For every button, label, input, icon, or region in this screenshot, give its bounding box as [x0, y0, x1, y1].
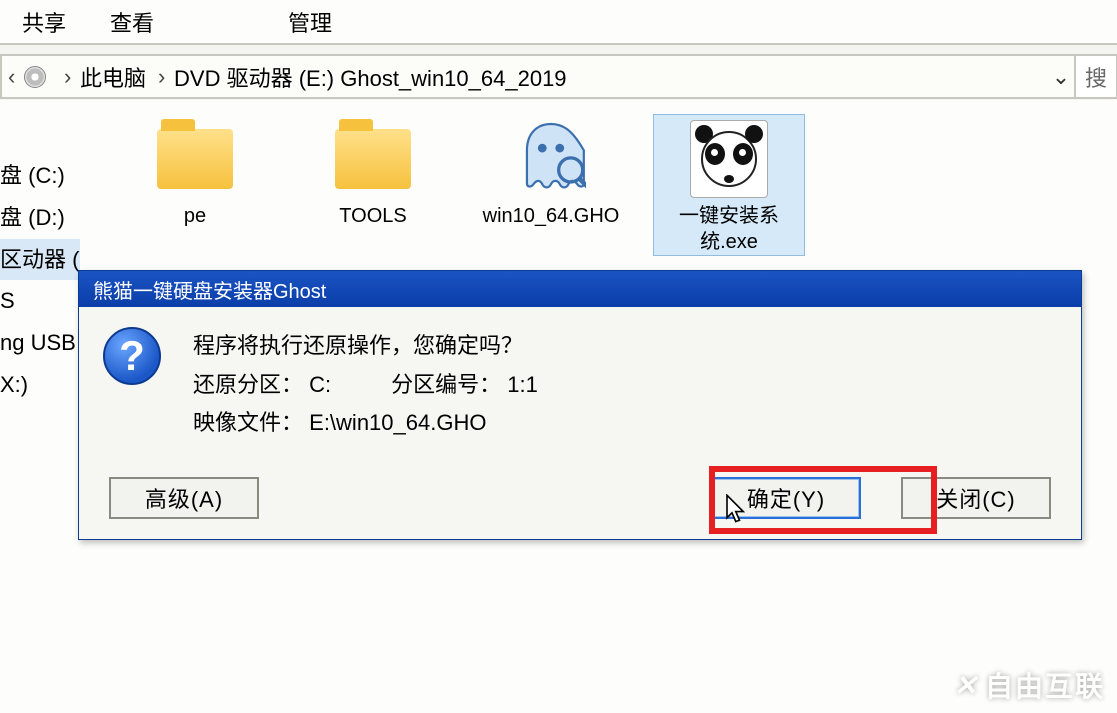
close-button[interactable]: 关闭(C) — [901, 477, 1051, 519]
partnum-label: 分区编号： — [391, 372, 501, 397]
ok-button[interactable]: 确定(Y) — [711, 477, 861, 519]
question-icon: ? — [103, 327, 161, 385]
file-item-exe-selected[interactable]: 一键安装系统.exe — [654, 115, 804, 255]
address-bar[interactable]: ‹ › 此电脑 › DVD 驱动器 (E:) Ghost_win10_64_20… — [0, 54, 1117, 99]
file-item-folder[interactable]: TOOLS — [298, 115, 448, 229]
watermark-text: 自由互联 — [985, 665, 1105, 705]
tab-view[interactable]: 查看 — [88, 0, 176, 46]
nav-item[interactable]: 盘 (D:) — [0, 197, 80, 239]
partnum-value: 1:1 — [507, 372, 538, 397]
cd-icon — [24, 66, 46, 88]
panda-icon — [654, 115, 804, 203]
dialog-message: 程序将执行还原操作，您确定吗？ — [193, 327, 538, 366]
watermark-x-icon: ✕ — [954, 669, 979, 702]
search-input[interactable]: 搜 — [1074, 54, 1117, 99]
history-dropdown-icon[interactable]: ⌄ — [1047, 64, 1075, 90]
file-label: win10_64.GHO — [476, 203, 626, 229]
nav-item[interactable]: ng USB — [0, 322, 80, 364]
partition-value: C: — [309, 372, 331, 397]
file-label: TOOLS — [298, 203, 448, 229]
nav-item[interactable]: X:) — [0, 364, 80, 406]
folder-icon — [335, 129, 411, 189]
advanced-button[interactable]: 高级(A) — [109, 477, 259, 519]
dialog-title: 熊猫一键硬盘安装器Ghost — [79, 271, 1081, 307]
image-label: 映像文件： — [193, 410, 303, 435]
image-value: E:\win10_64.GHO — [309, 410, 486, 435]
chevron-right-icon: › — [58, 64, 74, 90]
nav-back-icon[interactable]: ‹ — [2, 64, 18, 90]
nav-tree[interactable]: 盘 (C:) 盘 (D:) 区动器 (E:) Gh S ng USB X:) — [0, 100, 80, 713]
nav-item-selected[interactable]: 区动器 (E:) Gh — [0, 239, 80, 281]
file-item-gho[interactable]: win10_64.GHO — [476, 115, 626, 229]
partition-label: 还原分区： — [193, 372, 303, 397]
dialog-text: 程序将执行还原操作，您确定吗？ 还原分区： C: 分区编号： 1:1 映像文件：… — [193, 327, 538, 443]
folder-icon — [157, 129, 233, 189]
breadcrumb-root[interactable] — [18, 66, 58, 88]
breadcrumb-pc[interactable]: 此电脑 — [74, 61, 152, 93]
file-item-folder[interactable]: pe — [120, 115, 270, 229]
file-label: pe — [120, 203, 270, 229]
nav-item[interactable]: 盘 (C:) — [0, 155, 80, 197]
tab-share[interactable]: 共享 — [0, 0, 88, 46]
chevron-right-icon: › — [152, 64, 168, 90]
ghost-icon — [476, 115, 626, 203]
tab-manage[interactable]: 管理 — [266, 0, 354, 46]
nav-item[interactable]: S — [0, 280, 80, 322]
file-label: 一键安装系统.exe — [654, 203, 804, 255]
ribbon-tabs: 共享 查看 管理 — [0, 0, 1117, 45]
confirm-dialog: 熊猫一键硬盘安装器Ghost ? 程序将执行还原操作，您确定吗？ 还原分区： C… — [78, 270, 1082, 540]
breadcrumb-drive[interactable]: DVD 驱动器 (E:) Ghost_win10_64_2019 — [168, 61, 573, 93]
watermark: ✕ 自由互联 — [954, 665, 1105, 705]
